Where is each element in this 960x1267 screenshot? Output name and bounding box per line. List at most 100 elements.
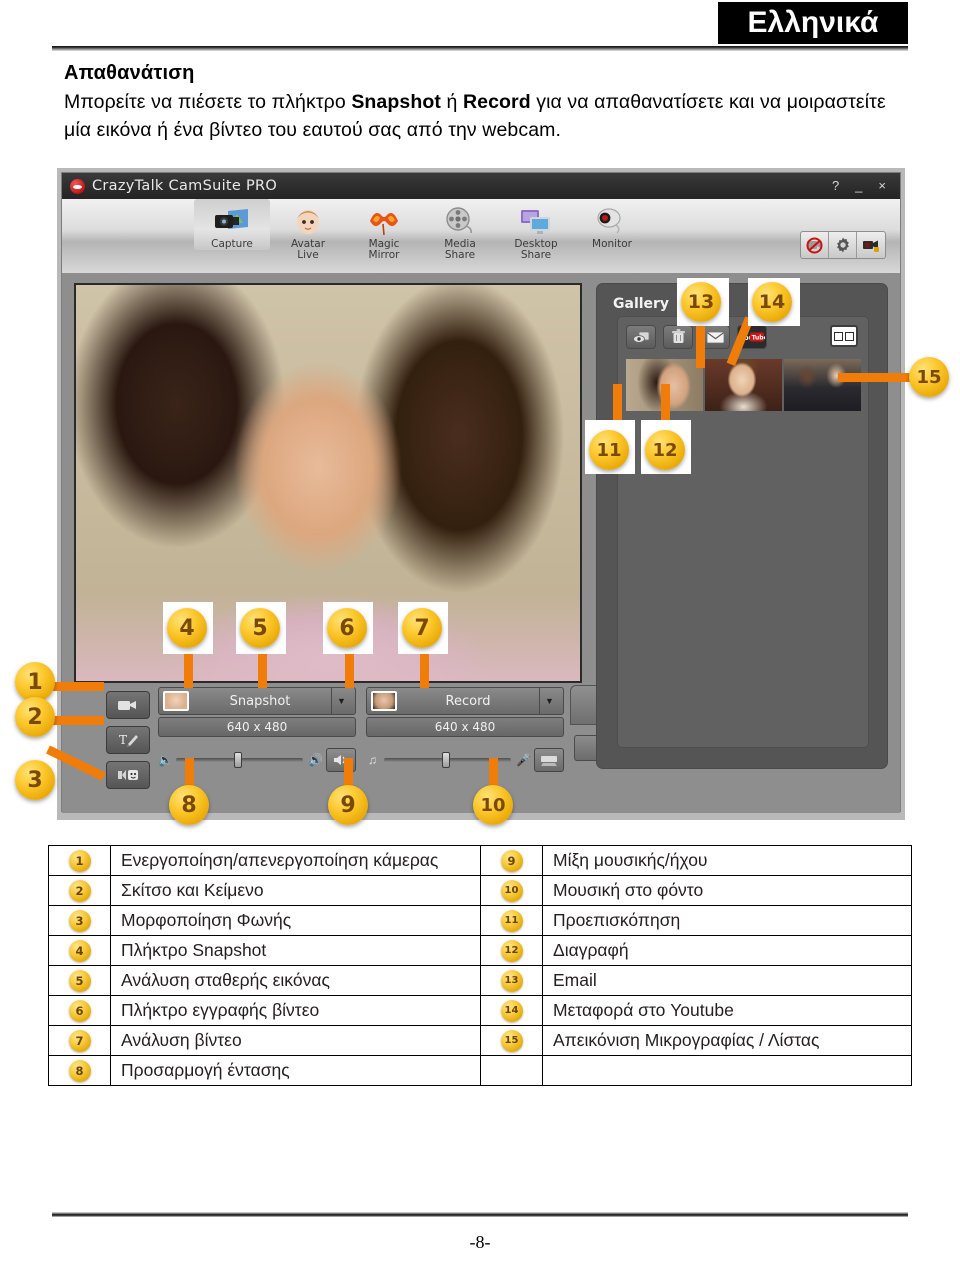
callout-marker-10: 10 [473,785,513,825]
monitor-share-icon [498,203,574,239]
toolbar-item-monitor[interactable]: Monitor [574,199,650,250]
help-button[interactable]: ? [832,179,839,193]
intro-text-2: ή [440,91,463,113]
preview-icon[interactable] [626,325,656,349]
status-badge: 1 [68,849,91,872]
record-resolution[interactable]: 640 x 480 [366,717,564,737]
legend-badge-cell: 8 [48,1055,111,1086]
toolbar-label-magic-2: Mirror [368,249,400,261]
microphone-icon: 🎤 [516,753,531,767]
header-divider [52,46,908,51]
legend-badge-cell: 3 [48,905,111,936]
footer-divider [52,1212,908,1217]
callout-marker-2: 2 [15,697,55,737]
legend-text-cell: Πλήκτρο Snapshot [110,935,481,966]
language-tab: Ελληνικά [718,2,908,44]
record-button[interactable]: Record ▼ [366,687,564,715]
toolbar-item-media-share[interactable]: Media Share [422,199,498,261]
capture-controls-panel: Snapshot ▼ 640 x 480 Record ▼ 640 x 480 … [158,687,564,779]
snapshot-resolution[interactable]: 640 x 480 [158,717,356,737]
volume-slider-knob[interactable] [234,752,243,768]
callout-marker-12: 12 [645,430,685,470]
volume-slider[interactable] [176,752,303,768]
intro-block: Απαθανάτιση Μπορείτε να πιέσετε το πλήκτ… [64,62,904,144]
svg-text:Tube: Tube [752,335,765,342]
snapshot-button[interactable]: Snapshot ▼ [158,687,356,715]
camera-lock-icon[interactable] [857,232,885,258]
background-music-button[interactable] [534,748,564,772]
music-slider-knob[interactable] [442,752,451,768]
application-screenshot: CrazyTalk CamSuite PRO ? _ × Capture Ava… [57,168,905,820]
main-toolbar: Capture Avatar Live Magic Mirror Media S… [62,199,900,273]
left-tool-strip: T [106,691,152,796]
legend-text-cell: Σκίτσο και Κείμενο [110,875,481,906]
legend-text-cell: Προεπισκόπηση [542,905,912,936]
legend-badge-cell: 9 [480,845,543,876]
gallery-panel: Gallery You Tub [596,283,888,769]
legend-table: 1 Ενεργοποίηση/απενεργοποίηση κάμερας 9 … [48,845,912,1086]
gallery-inner-panel: You Tube [617,316,869,748]
app-title: CrazyTalk CamSuite PRO [92,178,278,194]
callout-marker-5: 5 [240,608,280,648]
camcorder-photo-icon [194,203,270,239]
callout-marker-13: 13 [681,282,721,322]
snapshot-dropdown-icon[interactable]: ▼ [331,688,351,714]
record-group: Record ▼ 640 x 480 [366,687,564,737]
status-badge: 14 [500,999,523,1022]
toolbar-item-avatar-live[interactable]: Avatar Live [270,199,346,261]
callout-marker-6: 6 [327,608,367,648]
status-badge: 9 [500,849,523,872]
close-button[interactable]: × [878,179,886,193]
record-keyword: Record [462,91,531,113]
status-badge: 13 [500,969,523,992]
table-row: 6 Πλήκτρο εγγραφής βίντεο 14 Μεταφορά στ… [48,995,912,1026]
callout-marker-8: 8 [169,785,209,825]
toolbar-right-group[interactable] [800,231,886,259]
legend-badge-cell: 1 [48,845,111,876]
window-controls[interactable]: ? _ × [832,179,892,193]
gallery-thumbnail[interactable] [705,359,782,411]
trash-icon[interactable] [663,325,693,349]
no-camera-icon[interactable] [801,232,829,258]
callout-marker-7: 7 [402,608,442,648]
status-badge: 11 [500,909,523,932]
gallery-thumbnail[interactable] [784,359,861,411]
table-row: 5 Ανάλυση σταθερής εικόνας 13 Email [48,965,912,996]
legend-text-cell: Ενεργοποίηση/απενεργοποίηση κάμερας [110,845,481,876]
toolbar-item-magic-mirror[interactable]: Magic Mirror [346,199,422,261]
snapshot-group: Snapshot ▼ 640 x 480 [158,687,356,737]
leader-line-15 [838,373,910,382]
status-badge: 10 [500,879,523,902]
speaker-low-icon: 🔈 [158,753,173,767]
toolbar-item-desktop-share[interactable]: Desktop Share [498,199,574,261]
svg-text:T: T [119,733,127,747]
music-slider-group: ♫ 🎤 [366,745,564,775]
app-content-area: T Snapshot ▼ 640 x 480 Record ▼ 640 x 48… [62,273,900,813]
legend-text-cell: Μεταφορά στο Youtube [542,995,912,1026]
legend-badge-cell: 15 [480,1025,543,1056]
legend-text-cell: Ανάλυση βίντεο [110,1025,481,1056]
legend-text-cell: Μορφοποίηση Φωνής [110,905,481,936]
legend-badge-cell: 11 [480,905,543,936]
callout-marker-9: 9 [328,785,368,825]
toolbar-label-capture: Capture [211,238,253,250]
toolbar-label-monitor: Monitor [592,238,632,250]
view-cell-left [834,331,843,341]
toolbar-item-capture[interactable]: Capture [194,199,270,250]
sketch-text-button[interactable]: T [106,726,150,754]
legend-text-cell: Μουσική στο φόντο [542,875,912,906]
status-badge: 15 [500,1029,523,1052]
toolbar-label-avatar-2: Live [297,249,319,261]
gear-icon[interactable] [829,232,857,258]
legend-badge-cell: 12 [480,935,543,966]
leader-line-13 [696,320,705,368]
thumbnail-list-view-icon[interactable] [830,325,858,347]
status-badge: 4 [68,939,91,962]
window-titlebar: CrazyTalk CamSuite PRO ? _ × [62,173,900,199]
legend-badge-cell-empty [480,1055,543,1086]
minimize-button[interactable]: _ [855,179,862,193]
camera-toggle-button[interactable] [106,691,150,719]
record-dropdown-icon[interactable]: ▼ [539,688,559,714]
voice-morph-button[interactable] [106,761,150,789]
film-reel-icon [422,203,498,239]
